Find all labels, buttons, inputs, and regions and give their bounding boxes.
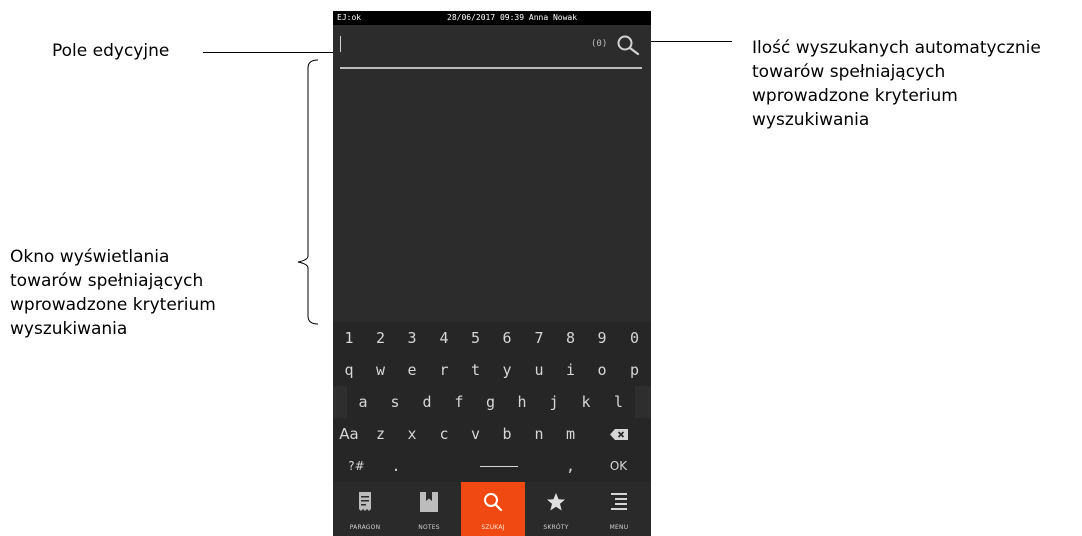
results-list[interactable] <box>333 71 651 322</box>
search-edit-field[interactable]: (0) <box>333 25 651 71</box>
status-datetime-user: 28/06/2017 09:39 Anna Nowak <box>447 13 578 22</box>
keyboard-row-asdf: a s d f g h j k l <box>333 386 651 418</box>
annotation-count-line-4: wyszukiwania <box>752 110 870 130</box>
key-comma-visible[interactable]: , <box>555 450 587 482</box>
bottom-nav: PARAGON NOTES SZUKAJ SKRÓTY MENU <box>333 482 651 536</box>
key-spacer-left <box>333 386 347 418</box>
annotation-count-line-2: towarów spełniających <box>752 62 946 82</box>
star-icon <box>547 493 565 511</box>
nav-paragon[interactable]: PARAGON <box>333 482 397 536</box>
annotation-edit-field-line <box>203 52 339 53</box>
key-q[interactable]: q <box>333 354 366 386</box>
key-k[interactable]: k <box>570 386 603 418</box>
status-bar: EJ:ok 28/06/2017 09:39 Anna Nowak <box>333 11 651 25</box>
key-v[interactable]: v <box>460 418 492 450</box>
nav-notes[interactable]: NOTES <box>397 482 461 536</box>
key-w[interactable]: w <box>365 354 397 386</box>
nav-skroty[interactable]: SKRÓTY <box>524 482 588 536</box>
annotation-results-line-1: Okno wyświetlania <box>10 247 170 267</box>
annotation-found-count: Ilość wyszukanych automatycznie towarów … <box>752 36 1082 132</box>
nav-szukaj-label: SZUKAJ <box>481 524 505 531</box>
annotation-results-bracket <box>297 59 319 325</box>
nav-menu-label: MENU <box>609 524 629 531</box>
nav-skroty-label: SKRÓTY <box>543 524 569 531</box>
key-5[interactable]: 5 <box>460 322 492 354</box>
key-p[interactable]: p <box>618 354 651 386</box>
key-symbols[interactable]: ?# <box>333 450 381 482</box>
key-c[interactable]: c <box>428 418 461 450</box>
annotation-results-line-2: towarów spełniających <box>10 271 204 291</box>
key-j[interactable]: j <box>538 386 571 418</box>
nav-menu[interactable]: MENU <box>587 482 651 536</box>
key-i[interactable]: i <box>555 354 587 386</box>
key-y[interactable]: y <box>491 354 524 386</box>
receipt-icon <box>359 492 371 511</box>
key-t[interactable]: t <box>460 354 492 386</box>
backspace-icon <box>609 428 628 440</box>
key-l[interactable]: l <box>602 386 635 418</box>
key-h[interactable]: h <box>506 386 539 418</box>
key-f[interactable]: f <box>443 386 476 418</box>
annotation-results-line-4: wyszukiwania <box>10 319 128 339</box>
annotation-count-line-1: Ilość wyszukanych automatycznie <box>752 38 1041 58</box>
key-o[interactable]: o <box>586 354 619 386</box>
key-u[interactable]: u <box>523 354 556 386</box>
keyboard-row-bottom: ?# . , , OK <box>333 450 651 482</box>
key-z[interactable]: z <box>365 418 397 450</box>
key-g[interactable]: g <box>475 386 507 418</box>
keyboard-row-zxcv: Aa z x c v b n m <box>333 418 651 450</box>
notes-icon <box>420 492 438 512</box>
key-r[interactable]: r <box>428 354 461 386</box>
key-d[interactable]: d <box>411 386 444 418</box>
device-screen: EJ:ok 28/06/2017 09:39 Anna Nowak (0) 1 … <box>333 11 651 536</box>
keyboard-row-qwerty: q w e r t y u i o p <box>333 354 651 386</box>
found-count: (0) <box>591 39 608 49</box>
status-ej: EJ:ok <box>337 13 362 22</box>
key-backspace[interactable] <box>586 418 651 450</box>
key-spacer-right <box>635 386 651 418</box>
key-ok[interactable]: OK <box>586 450 651 482</box>
key-9[interactable]: 9 <box>586 322 619 354</box>
nav-paragon-label: PARAGON <box>349 524 381 531</box>
key-shift-case[interactable]: Aa <box>333 418 366 450</box>
key-3[interactable]: 3 <box>396 322 429 354</box>
key-0[interactable]: 0 <box>618 322 651 354</box>
key-4[interactable]: 4 <box>428 322 461 354</box>
edit-field-underline <box>340 67 642 69</box>
key-7[interactable]: 7 <box>523 322 556 354</box>
annotation-count-line-3: wprowadzone kryterium <box>752 86 958 106</box>
text-cursor <box>340 36 341 52</box>
keyboard-row-digits: 1 2 3 4 5 6 7 8 9 0 <box>333 322 651 354</box>
key-8[interactable]: 8 <box>555 322 587 354</box>
search-icon[interactable] <box>616 34 640 56</box>
key-m[interactable]: m <box>555 418 587 450</box>
key-a[interactable]: a <box>347 386 380 418</box>
nav-szukaj[interactable]: SZUKAJ <box>461 482 525 536</box>
menu-icon <box>611 493 627 510</box>
key-n[interactable]: n <box>523 418 556 450</box>
key-dot[interactable]: . <box>380 450 413 482</box>
annotation-results-window: Okno wyświetlania towarów spełniających … <box>10 245 300 341</box>
search-icon <box>484 493 503 512</box>
on-screen-keyboard: 1 2 3 4 5 6 7 8 9 0 q w e r t y u i o p … <box>333 322 651 482</box>
key-s[interactable]: s <box>379 386 412 418</box>
key-e[interactable]: e <box>396 354 429 386</box>
nav-notes-label: NOTES <box>418 524 440 531</box>
annotation-results-line-3: wprowadzone kryterium <box>10 295 216 315</box>
key-b[interactable]: b <box>491 418 524 450</box>
spacebar-icon <box>480 465 518 467</box>
key-x[interactable]: x <box>396 418 429 450</box>
key-6[interactable]: 6 <box>491 322 524 354</box>
annotation-found-count-line <box>640 41 732 42</box>
key-2[interactable]: 2 <box>365 322 397 354</box>
annotation-edit-field: Pole edycyjne <box>52 41 170 61</box>
key-1[interactable]: 1 <box>333 322 366 354</box>
